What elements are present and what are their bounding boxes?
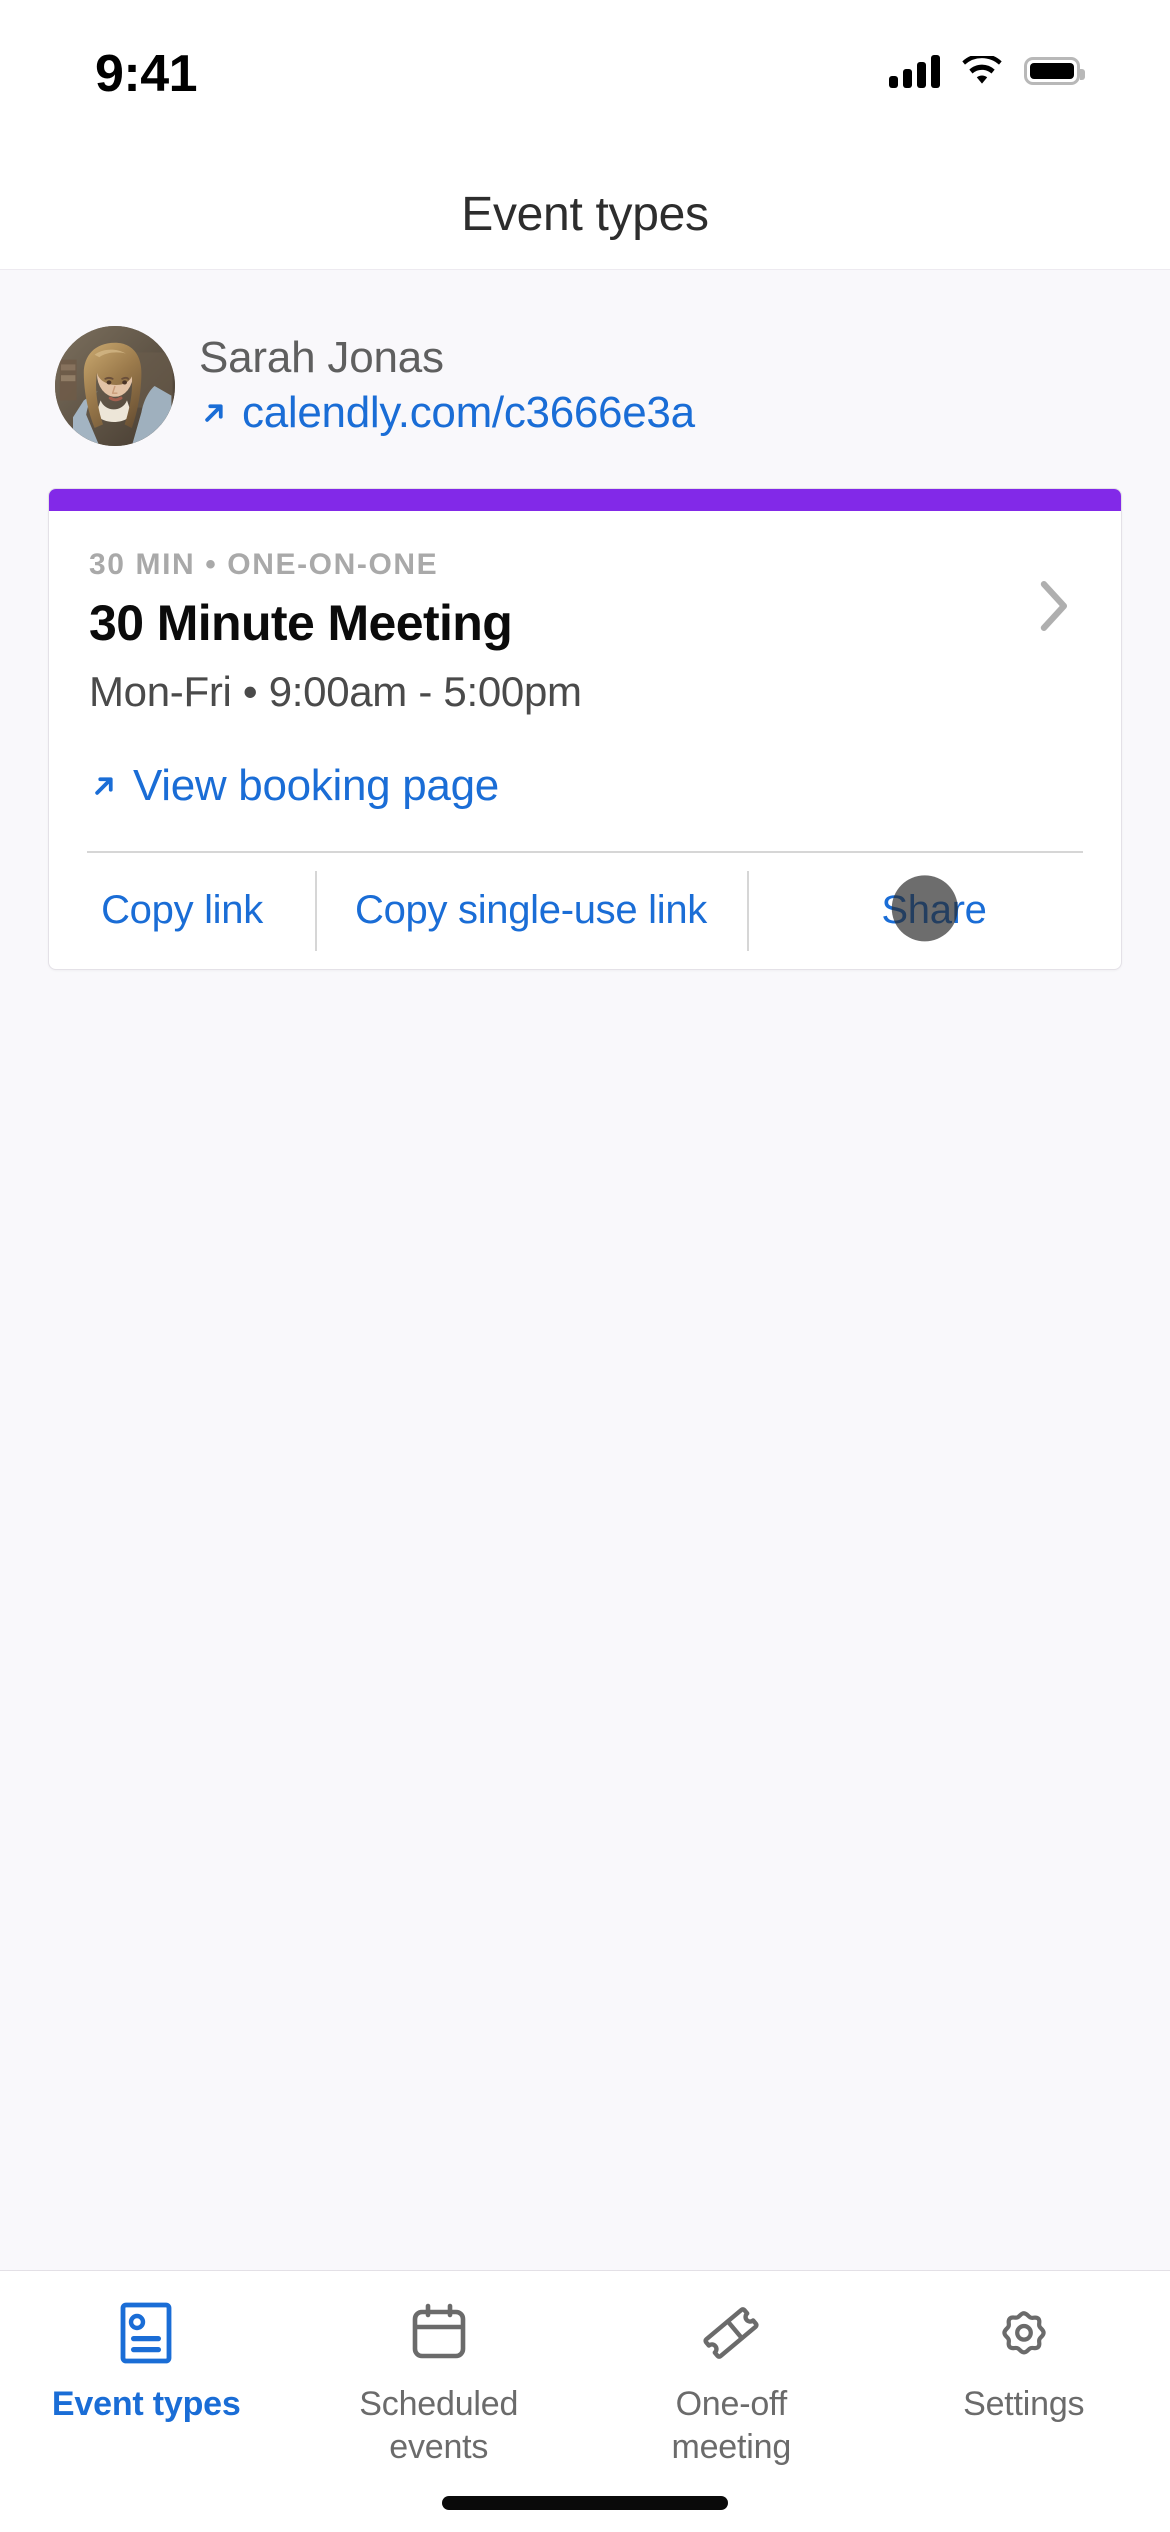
- event-type-card: 30 MIN • ONE-ON-ONE 30 Minute Meeting Mo…: [48, 488, 1122, 970]
- user-avatar-photo: [55, 326, 175, 446]
- event-types-card-icon: [117, 2297, 175, 2369]
- profile-link-row[interactable]: calendly.com/c3666e3a: [199, 388, 695, 439]
- view-booking-page-label: View booking page: [133, 760, 499, 810]
- copy-link-button[interactable]: Copy link: [49, 853, 315, 969]
- calendar-icon: [409, 2297, 469, 2369]
- external-link-arrow-icon: [205, 404, 223, 423]
- tab-one-off-meeting[interactable]: One-off meeting: [585, 2297, 878, 2468]
- page-title: Event types: [461, 188, 709, 241]
- profile-booking-url[interactable]: calendly.com/c3666e3a: [242, 388, 695, 439]
- share-button[interactable]: Share: [747, 853, 1121, 969]
- tab-label-scheduled-events: Scheduled events: [359, 2385, 519, 2466]
- main-content: Sarah Jonas calendly.com/c3666e3a 30 MIN…: [0, 271, 1170, 2270]
- gear-icon: [993, 2297, 1055, 2369]
- profile-section: Sarah Jonas calendly.com/c3666e3a: [0, 271, 1170, 446]
- tab-label-one-off-meeting: One-off meeting: [671, 2385, 792, 2466]
- event-card-open-button[interactable]: [1031, 547, 1081, 642]
- bottom-tab-bar: Event types Scheduled events One-off mee…: [0, 2270, 1170, 2532]
- profile-name: Sarah Jonas: [199, 333, 444, 383]
- cellular-signal-icon: [889, 54, 940, 88]
- wifi-icon: [962, 56, 1002, 84]
- profile-text: Sarah Jonas calendly.com/c3666e3a: [199, 333, 695, 438]
- status-bar-indicators: [889, 48, 1085, 88]
- tab-settings[interactable]: Settings: [878, 2297, 1170, 2426]
- external-link-arrow-icon: [95, 777, 113, 795]
- event-card-actions: Copy link Copy single-use link Share: [49, 853, 1121, 969]
- share-button-label: Share: [881, 888, 987, 933]
- ticket-icon: [700, 2297, 762, 2369]
- page-header: Event types: [0, 160, 1170, 270]
- tab-label-event-types: Event types: [51, 2385, 241, 2423]
- tab-label-settings: Settings: [963, 2385, 1085, 2423]
- event-title: 30 Minute Meeting: [89, 595, 513, 651]
- event-availability: Mon-Fri • 9:00am - 5:00pm: [89, 667, 582, 715]
- event-card-text: 30 MIN • ONE-ON-ONE 30 Minute Meeting Mo…: [89, 547, 1031, 717]
- battery-full-icon: [1024, 57, 1085, 85]
- copy-single-use-link-button[interactable]: Copy single-use link: [315, 853, 747, 969]
- status-bar: 9:41: [0, 0, 1170, 160]
- chevron-right-icon: [1040, 581, 1068, 631]
- tab-event-types[interactable]: Event types: [0, 2297, 293, 2426]
- view-booking-page-link[interactable]: View booking page: [49, 717, 1121, 851]
- event-card-header[interactable]: 30 MIN • ONE-ON-ONE 30 Minute Meeting Mo…: [49, 511, 1121, 717]
- status-bar-time: 9:41: [95, 45, 198, 103]
- home-indicator[interactable]: [442, 2496, 728, 2510]
- tab-scheduled-events[interactable]: Scheduled events: [293, 2297, 586, 2468]
- event-accent-stripe: [49, 489, 1121, 511]
- event-meta: 30 MIN • ONE-ON-ONE: [89, 548, 439, 581]
- avatar: [55, 326, 175, 446]
